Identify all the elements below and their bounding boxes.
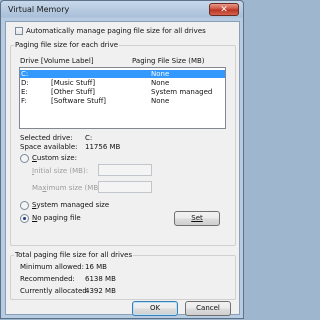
- drive-letter: C:: [21, 70, 29, 78]
- currently-allocated-label: Currently allocated:: [20, 287, 90, 295]
- system-managed-radio[interactable]: [20, 201, 29, 210]
- close-icon: ✕: [220, 5, 228, 15]
- drive-volume-label: [Music Stuff]: [51, 79, 96, 87]
- recommended-label: Recommended:: [20, 275, 75, 283]
- selected-drive-value: C:: [85, 134, 93, 142]
- custom-size-radio[interactable]: [20, 154, 29, 163]
- minimum-allowed-value: 16 MB: [85, 263, 107, 271]
- window-title: Virtual Memory: [8, 5, 70, 14]
- no-paging-file-label-rest: o paging file: [37, 214, 81, 222]
- virtual-memory-dialog: Virtual Memory ✕ Automatically manage pa…: [0, 0, 244, 319]
- system-managed-label[interactable]: System managed size: [32, 201, 109, 209]
- drive-letter: F:: [21, 97, 27, 105]
- drive-paging-size: None: [151, 97, 170, 105]
- no-paging-file-label[interactable]: No paging file: [32, 214, 81, 222]
- drive-paging-size: None: [151, 79, 170, 87]
- auto-manage-checkbox[interactable]: [15, 27, 23, 35]
- drive-group-label: Paging file size for each drive: [14, 41, 120, 49]
- drive-paging-size: System managed: [151, 88, 213, 96]
- drive-column-header: Drive [Volume Label]: [20, 57, 94, 65]
- selected-drive-label: Selected drive:: [20, 134, 73, 142]
- ok-button[interactable]: OK: [132, 301, 178, 316]
- initial-size-label: Initial size (MB):: [32, 167, 89, 175]
- drive-paging-size: None: [151, 70, 170, 78]
- close-button[interactable]: ✕: [209, 3, 239, 16]
- initial-size-label-rest: nitial size (MB):: [34, 167, 89, 175]
- totals-group-label: Total paging file size for all drives: [14, 251, 134, 259]
- size-column-header: Paging File Size (MB): [132, 57, 205, 65]
- maximum-size-label-rest: imum size (MB):: [46, 184, 104, 192]
- ok-button-label: OK: [149, 304, 161, 312]
- maximum-size-label: Maximum size (MB):: [32, 184, 104, 192]
- auto-manage-label[interactable]: Automatically manage paging file size fo…: [26, 27, 206, 35]
- minimum-allowed-label: Minimum allowed:: [20, 263, 84, 271]
- space-available-value: 11756 MB: [85, 143, 121, 151]
- recommended-value: 6138 MB: [85, 275, 116, 283]
- currently-allocated-value: 4392 MB: [85, 287, 116, 295]
- drive-list[interactable]: C: None D: [Music Stuff] None E: [Other …: [19, 67, 226, 129]
- dialog-client-area: Automatically manage paging file size fo…: [5, 21, 240, 316]
- drive-row-c[interactable]: C: None: [20, 70, 225, 78]
- drive-volume-label: [Software Stuff]: [51, 97, 106, 105]
- drive-row-d[interactable]: D: [Music Stuff] None: [20, 79, 225, 87]
- set-button-label: Set: [191, 214, 203, 222]
- no-paging-file-radio[interactable]: [20, 214, 29, 223]
- set-button[interactable]: Set: [174, 211, 220, 226]
- space-available-label: Space available:: [20, 143, 78, 151]
- custom-size-label[interactable]: Custom size:: [32, 154, 77, 162]
- title-bar[interactable]: Virtual Memory ✕: [1, 1, 243, 19]
- cancel-button[interactable]: Cancel: [185, 301, 231, 316]
- drive-row-f[interactable]: F: [Software Stuff] None: [20, 97, 225, 105]
- cancel-button-label: Cancel: [196, 304, 220, 312]
- maximum-size-input[interactable]: [98, 181, 152, 193]
- custom-size-label-rest: ustom size:: [36, 154, 77, 162]
- drive-letter: D:: [21, 79, 29, 87]
- drive-volume-label: [Other Stuff]: [51, 88, 96, 96]
- drive-letter: E:: [21, 88, 28, 96]
- drive-row-e[interactable]: E: [Other Stuff] System managed: [20, 88, 225, 96]
- system-managed-label-rest: ystem managed size: [36, 201, 110, 209]
- initial-size-input[interactable]: [98, 164, 152, 176]
